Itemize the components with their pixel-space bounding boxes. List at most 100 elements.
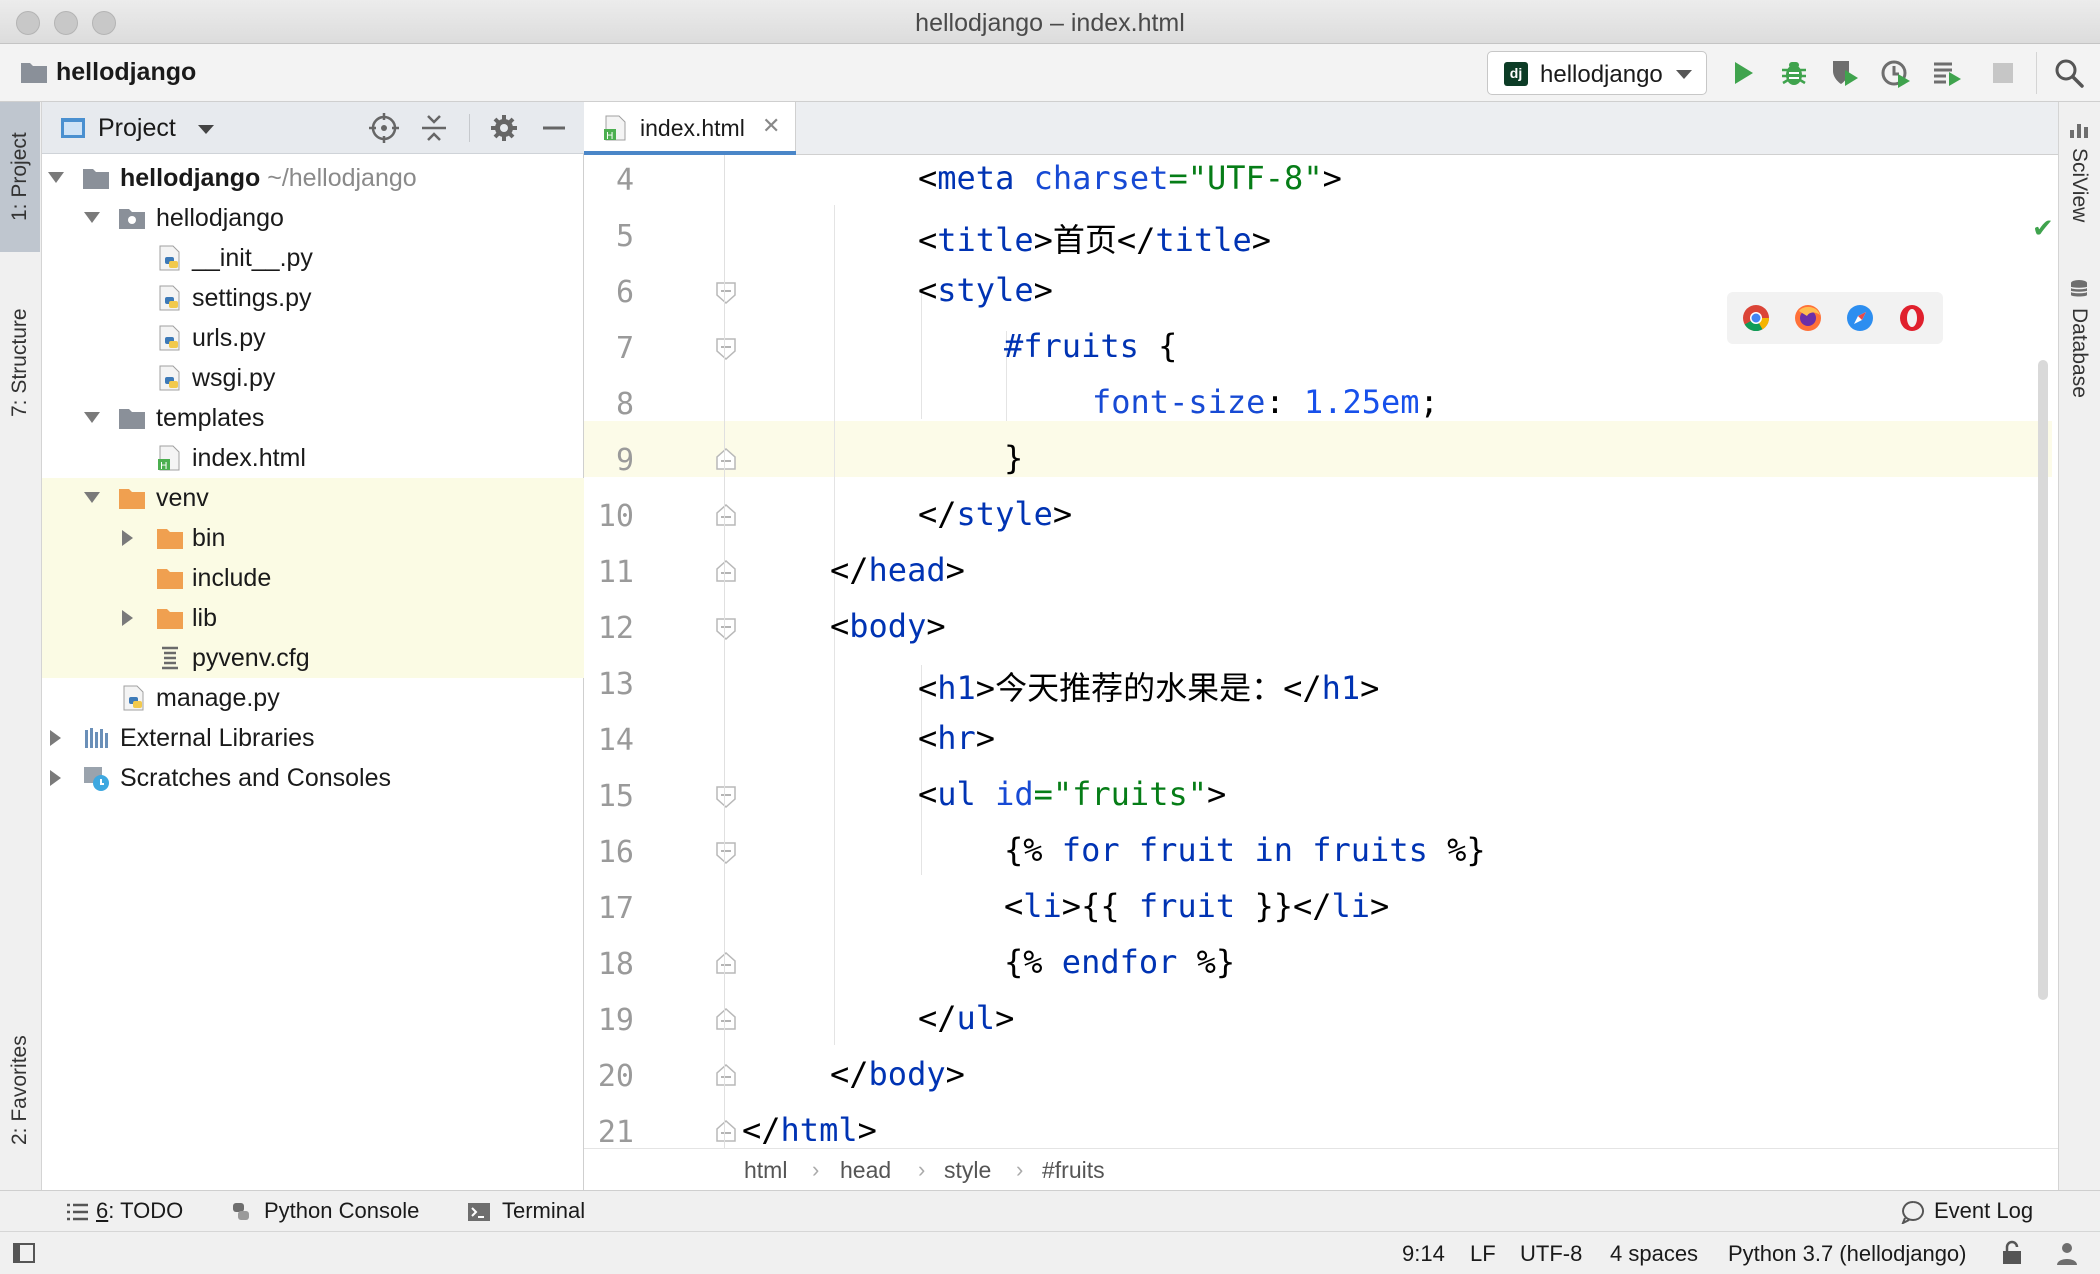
tree-item-label: hellodjango ~/hellodjango [120, 164, 417, 193]
code-token: fruits [1312, 831, 1428, 869]
stop-icon[interactable] [1986, 56, 2020, 90]
lock-icon[interactable] [2000, 1240, 2024, 1266]
fold-end-marker-icon[interactable] [713, 503, 739, 529]
profile-icon[interactable] [1879, 56, 1913, 90]
gear-icon[interactable] [488, 112, 520, 144]
code-token: font-size [1092, 383, 1266, 421]
tree-item-init-py[interactable]: __init__.py [42, 238, 584, 278]
close-icon[interactable]: ✕ [762, 113, 780, 139]
hector-inspector-icon[interactable] [2054, 1240, 2080, 1266]
tab-index-html[interactable]: H index.html ✕ [584, 102, 796, 155]
opera-icon[interactable] [1897, 303, 1927, 333]
python-console-button[interactable]: Python Console [264, 1198, 419, 1224]
todo-button[interactable]: 6: TODO [96, 1198, 183, 1224]
file-encoding[interactable]: UTF-8 [1520, 1241, 1582, 1267]
fold-end-marker-icon[interactable] [713, 447, 739, 473]
fold-marker-icon[interactable] [713, 335, 739, 361]
no-problems-check-icon[interactable]: ✔ [2032, 213, 2054, 244]
fold-marker-icon[interactable] [713, 783, 739, 809]
breadcrumb-item[interactable]: html [744, 1157, 787, 1184]
fold-end-marker-icon[interactable] [713, 1063, 739, 1089]
event-log-button[interactable]: Event Log [1934, 1198, 2033, 1224]
run-with-coverage-icon[interactable] [1828, 56, 1862, 90]
expand-arrow-icon[interactable] [48, 172, 64, 183]
run-configuration-selector[interactable]: dj hellodjango [1487, 51, 1707, 95]
tree-item-venv[interactable]: venv [42, 478, 584, 518]
fold-marker-icon[interactable] [713, 839, 739, 865]
tree-item-root[interactable]: hellodjango ~/hellodjango [42, 158, 584, 198]
tree-item-scratches[interactable]: Scratches and Consoles [42, 758, 584, 798]
nav-project-name[interactable]: hellodjango [56, 58, 196, 87]
code-token: > [945, 1055, 965, 1093]
tab-favorites[interactable]: 2: Favorites [0, 1000, 40, 1180]
collapse-arrow-icon[interactable] [122, 610, 133, 626]
line-number: 5 [615, 219, 634, 254]
tab-sciview[interactable]: SciView [2059, 120, 2099, 280]
tree-item-pyvenv-cfg[interactable]: pyvenv.cfg [42, 638, 584, 678]
editor-scrollbar[interactable] [2038, 360, 2048, 1000]
tree-item-label: venv [156, 484, 209, 512]
breadcrumb-item[interactable]: #fruits [1042, 1157, 1105, 1184]
locate-file-icon[interactable] [368, 112, 400, 144]
run-concurrency-icon[interactable] [1930, 56, 1964, 90]
fold-end-marker-icon[interactable] [713, 559, 739, 585]
tree-item-manage-py[interactable]: manage.py [42, 678, 584, 718]
tree-item-urls-py[interactable]: urls.py [42, 318, 584, 358]
tab-structure[interactable]: 7: Structure [0, 274, 40, 452]
cursor-position[interactable]: 9:14 [1402, 1241, 1445, 1267]
code-editor[interactable]: 4 5 6 7 8 9 10 11 12 13 14 15 16 17 18 1… [584, 155, 2058, 1148]
toggle-tool-windows-icon[interactable] [12, 1242, 36, 1264]
code-token: endfor [1061, 943, 1178, 981]
tree-item-label: index.html [192, 444, 306, 472]
tree-item-include[interactable]: include [42, 558, 584, 598]
fold-end-marker-icon[interactable] [713, 1007, 739, 1033]
code-token: > [926, 607, 946, 645]
tree-item-wsgi-py[interactable]: wsgi.py [42, 358, 584, 398]
fold-end-marker-icon[interactable] [713, 951, 739, 977]
html-file-icon: H [604, 115, 626, 142]
chrome-icon[interactable] [1741, 303, 1771, 333]
collapse-arrow-icon[interactable] [50, 730, 61, 746]
breadcrumb-item[interactable]: style [944, 1157, 991, 1184]
safari-icon[interactable] [1845, 303, 1875, 333]
collapse-arrow-icon[interactable] [122, 530, 133, 546]
indent-setting[interactable]: 4 spaces [1610, 1241, 1698, 1267]
tab-project[interactable]: 1: Project [0, 102, 40, 252]
code-token: < [918, 669, 938, 707]
run-icon[interactable] [1726, 56, 1760, 90]
expand-arrow-icon[interactable] [84, 492, 100, 503]
expand-arrow-icon[interactable] [84, 212, 100, 223]
python-interpreter[interactable]: Python 3.7 (hellodjango) [1728, 1241, 1967, 1267]
tree-item-external-libraries[interactable]: External Libraries [42, 718, 584, 758]
tree-item-label: urls.py [192, 324, 266, 352]
line-number: 6 [615, 275, 634, 310]
fold-marker-icon[interactable] [713, 279, 739, 305]
project-view-selector[interactable]: Project [98, 114, 176, 143]
fold-marker-icon[interactable] [713, 615, 739, 641]
breadcrumb-item[interactable]: head [840, 1157, 891, 1184]
firefox-icon[interactable] [1793, 303, 1823, 333]
tab-database[interactable]: Database [2059, 278, 2099, 518]
tree-item-bin[interactable]: bin [42, 518, 584, 558]
hide-panel-icon[interactable] [538, 112, 570, 144]
debug-icon[interactable] [1777, 56, 1811, 90]
chevron-down-icon[interactable] [198, 125, 214, 134]
terminal-button[interactable]: Terminal [502, 1198, 585, 1224]
line-separator[interactable]: LF [1470, 1241, 1496, 1267]
collapse-all-icon[interactable] [418, 112, 450, 144]
code-token: > [1322, 159, 1342, 197]
tree-item-settings-py[interactable]: settings.py [42, 278, 584, 318]
code-line: </ul> [918, 999, 1014, 1037]
collapse-arrow-icon[interactable] [50, 770, 61, 786]
tree-item-templates[interactable]: templates [42, 398, 584, 438]
fold-end-marker-icon[interactable] [713, 1119, 739, 1145]
expand-arrow-icon[interactable] [84, 412, 100, 423]
tree-item-hellodjango-package[interactable]: hellodjango [42, 198, 584, 238]
code-token: "UTF-8" [1187, 159, 1323, 197]
search-icon[interactable] [2052, 56, 2086, 90]
tree-item-index-html[interactable]: H index.html [42, 438, 584, 478]
tree-item-lib[interactable]: lib [42, 598, 584, 638]
